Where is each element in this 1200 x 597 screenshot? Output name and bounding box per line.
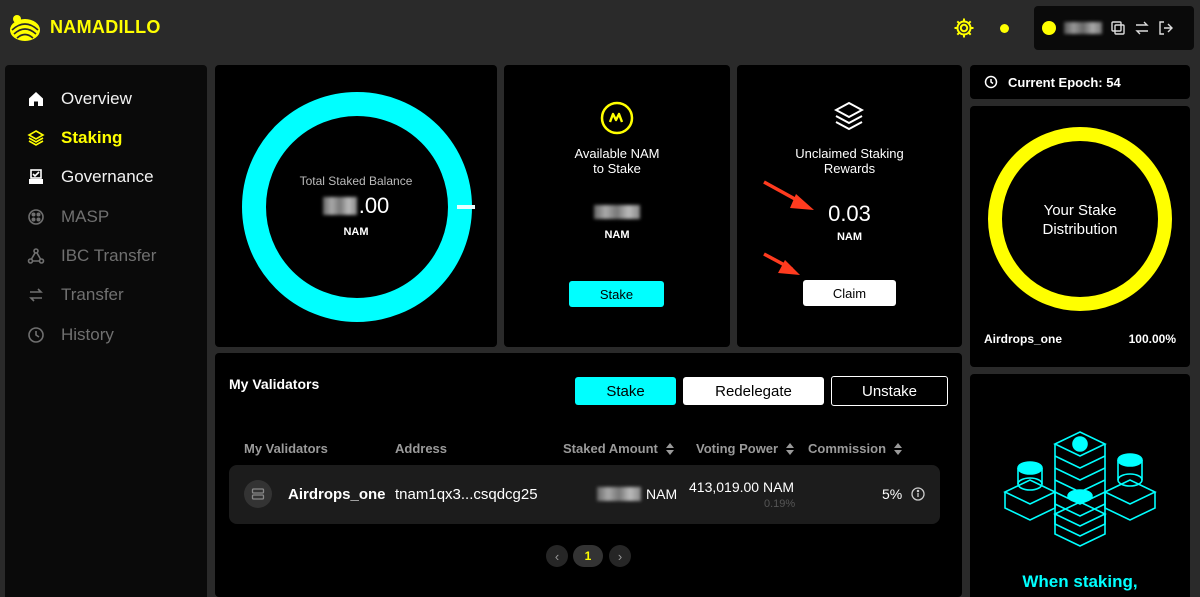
column-header-label: Voting Power (696, 441, 779, 456)
available-amount-redacted (594, 205, 640, 219)
available-nam-card: Available NAM to Stake NAM Stake (504, 65, 730, 347)
current-epoch-card: Current Epoch: 54 (970, 65, 1190, 99)
armadillo-logo-icon (10, 15, 40, 41)
total-staked-value: .00 (358, 193, 390, 218)
sidebar-item-staking[interactable]: Staking (27, 128, 122, 148)
token-stack-illustration-icon (1003, 431, 1157, 547)
logout-icon[interactable] (1158, 20, 1174, 36)
sidebar-item-overview[interactable]: Overview (27, 89, 132, 109)
pagination-prev-button[interactable]: ‹ (546, 545, 568, 567)
sidebar-item-label: Overview (61, 89, 132, 108)
clock-icon (984, 75, 998, 89)
unclaimed-title-line1: Unclaimed Staking (795, 146, 904, 161)
app-name: NAMADILLO (50, 16, 161, 37)
claim-button[interactable]: Claim (803, 280, 896, 306)
table-row[interactable]: Airdrops_one tnam1qx3...csqdcg25 NAM 413… (229, 465, 940, 524)
transfer-arrows-icon (29, 288, 43, 302)
account-widget[interactable] (1034, 6, 1194, 50)
connection-status-dot (1000, 24, 1009, 33)
sidebar-item-label: History (61, 325, 114, 344)
unclaimed-unit: NAM (836, 231, 863, 243)
chevron-left-icon: ‹ (554, 548, 560, 564)
promo-text: When staking, (1022, 572, 1138, 591)
distribution-validator-name: Airdrops_one (984, 332, 1063, 346)
redelegate-button[interactable]: Redelegate (683, 377, 824, 405)
sort-icon[interactable] (894, 442, 903, 455)
sort-icon[interactable] (665, 442, 674, 455)
column-header-commission[interactable]: Commission (808, 441, 903, 456)
validator-name[interactable]: Airdrops_one (288, 486, 386, 503)
staking-promo-card: When staking, (970, 374, 1190, 597)
stake-distribution-card: Your Stake Distribution Airdrops_one 100… (970, 106, 1190, 367)
sidebar-item-history[interactable]: History (27, 325, 114, 345)
validator-avatar (244, 480, 272, 508)
sidebar-item-ibc-transfer[interactable]: IBC Transfer (27, 246, 156, 266)
masp-icon (28, 209, 44, 225)
info-icon[interactable] (911, 487, 925, 501)
voting-power-percent: 0.19% (764, 498, 796, 510)
column-header-voting-power[interactable]: Voting Power (696, 441, 795, 456)
sidebar-item-label: Governance (61, 167, 154, 186)
total-staked-balance-card: Total Staked Balance .00 NAM (215, 65, 497, 347)
sort-icon[interactable] (786, 442, 795, 455)
column-header-label: Commission (808, 441, 887, 456)
sidebar-item-governance[interactable]: Governance (27, 167, 154, 187)
staked-amount-unit: NAM (646, 486, 678, 502)
total-staked-unit: NAM (343, 226, 369, 238)
validator-address[interactable]: tnam1qx3...csqdcg25 (395, 486, 538, 503)
total-staked-redacted (322, 197, 357, 215)
ibc-icon (27, 248, 45, 264)
sidebar-item-label: Transfer (61, 285, 124, 304)
available-unit: NAM (604, 229, 630, 241)
pagination-current-page[interactable]: 1 (573, 545, 603, 567)
available-title-line2: to Stake (593, 161, 641, 176)
sidebar-item-label: IBC Transfer (61, 246, 157, 265)
distribution-title-line2: Distribution (1042, 221, 1118, 238)
app-logo[interactable]: NAMADILLO (8, 10, 161, 44)
settings-gear-icon[interactable] (952, 16, 976, 40)
sidebar-item-label: MASP (61, 207, 110, 226)
layers-stack-icon (834, 101, 864, 131)
layers-icon (27, 130, 45, 146)
voting-power-value: 413,019.00 NAM (689, 479, 795, 495)
commission-value: 5% (882, 486, 903, 502)
column-header-label: Staked Amount (563, 441, 658, 456)
column-header-validator: My Validators (244, 441, 328, 456)
account-avatar (1042, 21, 1056, 35)
copy-icon[interactable] (1110, 20, 1126, 36)
chevron-right-icon: › (617, 548, 623, 564)
column-header-label: My Validators (244, 441, 328, 456)
annotation-arrow-icon (763, 180, 814, 210)
ballot-box-icon (29, 169, 43, 184)
sidebar-item-masp[interactable]: MASP (27, 207, 109, 227)
sidebar-item-transfer[interactable]: Transfer (27, 285, 124, 305)
validators-stake-button[interactable]: Stake (575, 377, 676, 405)
home-icon (29, 92, 43, 106)
namada-token-icon (600, 101, 634, 135)
pagination-next-button[interactable]: › (609, 545, 631, 567)
total-staked-label: Total Staked Balance (299, 174, 413, 188)
column-header-label: Address (395, 441, 448, 456)
sidebar-item-label: Staking (61, 128, 123, 147)
annotation-arrow-icon (763, 252, 800, 275)
unclaimed-title-line2: Rewards (823, 161, 876, 176)
available-title-line1: Available NAM (574, 146, 660, 161)
switch-account-icon[interactable] (1134, 20, 1150, 36)
column-header-staked-amount[interactable]: Staked Amount (563, 441, 674, 456)
server-icon (251, 488, 265, 500)
unclaimed-rewards-value: 0.03 (828, 201, 871, 226)
distribution-percent: 100.00% (1128, 332, 1176, 346)
stake-button[interactable]: Stake (569, 281, 664, 307)
column-header-address: Address (395, 441, 447, 456)
validators-title: My Validators (229, 376, 320, 392)
account-name-redacted (1064, 22, 1102, 34)
unstake-button[interactable]: Unstake (831, 376, 948, 406)
current-epoch-label: Current Epoch: 54 (1008, 74, 1121, 90)
staked-amount-redacted (597, 487, 641, 501)
distribution-title-line1: Your Stake (1043, 202, 1117, 219)
history-icon (28, 327, 44, 343)
